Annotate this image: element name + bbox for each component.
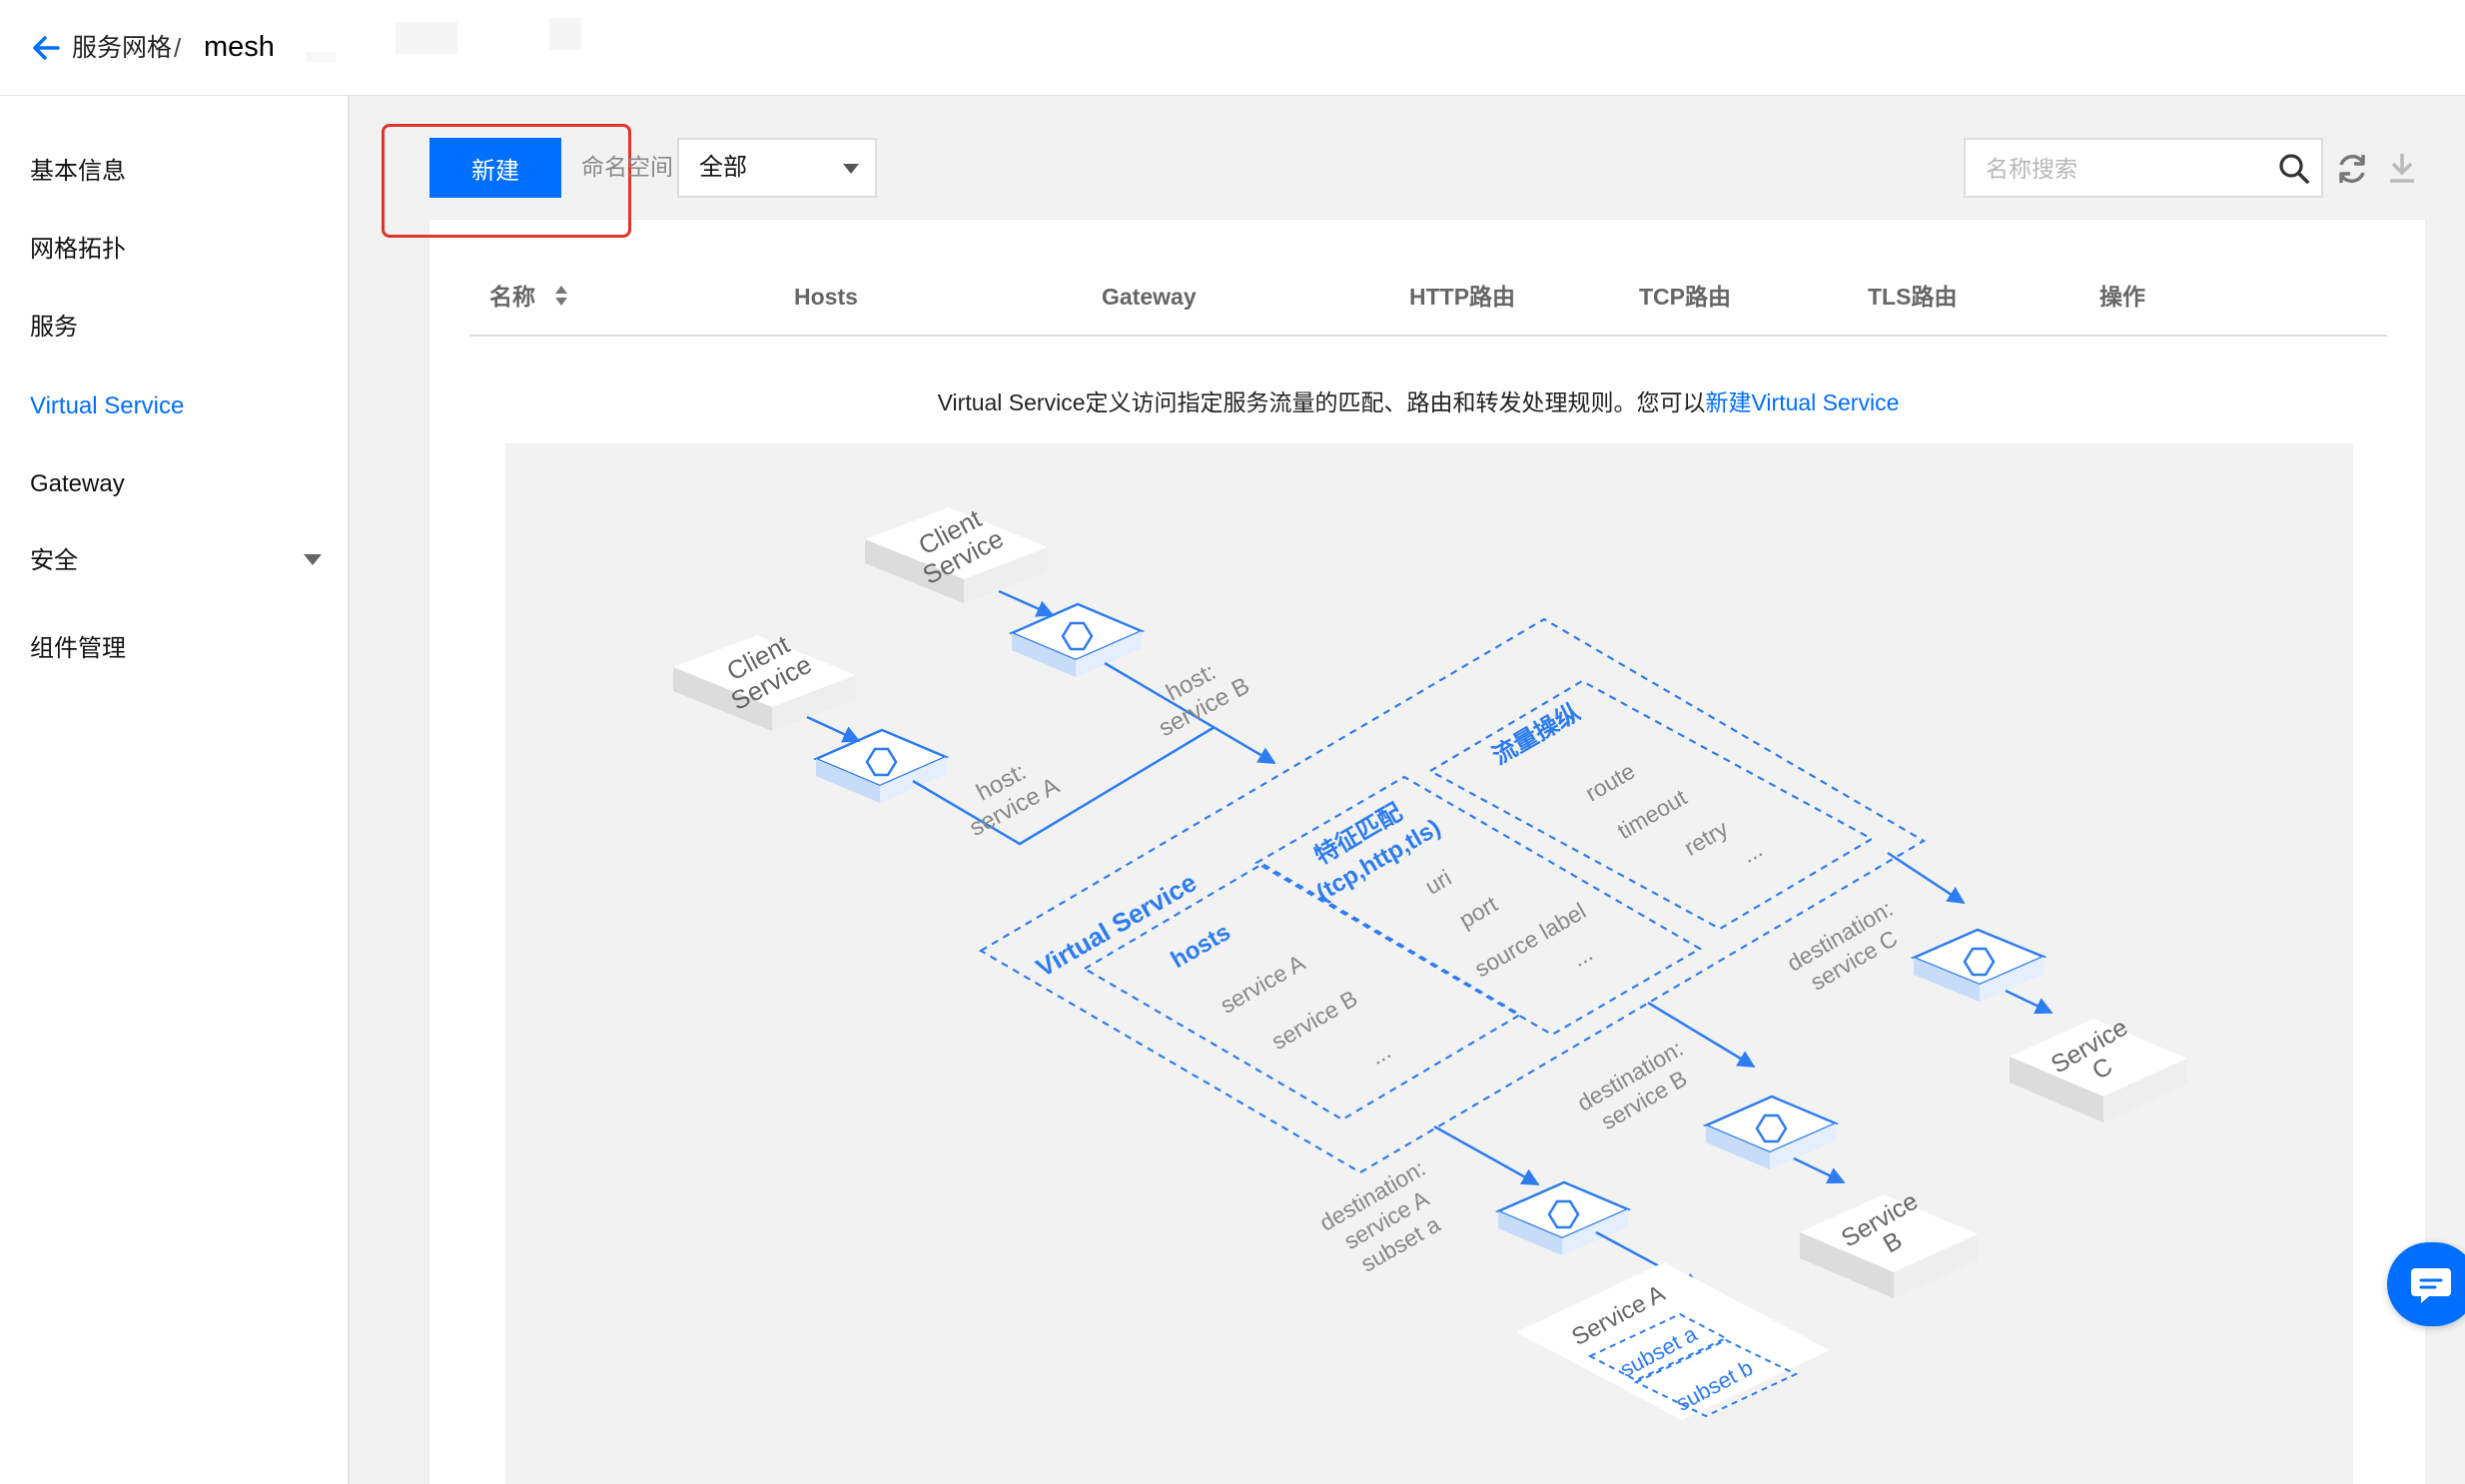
refresh-icon[interactable] <box>2333 150 2371 188</box>
sidebar-item-services[interactable]: 服务 <box>30 313 78 343</box>
column-header-actions: 操作 <box>2099 284 2145 310</box>
search-box <box>1964 138 2323 198</box>
client-service-box: Client Service <box>673 629 856 731</box>
sidecar-proxy-icon <box>1008 602 1146 677</box>
hosts-item: ... <box>1365 1038 1395 1070</box>
column-header-name[interactable]: 名称 <box>489 282 535 312</box>
traffic-item: timeout <box>1613 784 1692 845</box>
new-button[interactable]: 新建 <box>429 138 561 198</box>
sort-icon[interactable] <box>553 285 569 307</box>
redacted-area <box>306 52 336 62</box>
traffic-item: route <box>1581 758 1639 807</box>
download-icon[interactable] <box>2385 150 2419 186</box>
sidebar-item-basic-info[interactable]: 基本信息 <box>30 157 126 187</box>
sidecar-proxy-icon <box>812 728 950 803</box>
breadcrumb-current: mesh <box>204 31 275 63</box>
namespace-label: 命名空间 <box>581 154 673 180</box>
empty-state-text: Virtual Service定义访问指定服务流量的匹配、路由和转发处理规则。您… <box>937 389 1706 415</box>
match-item: uri <box>1420 864 1455 899</box>
traffic-item: retry <box>1680 815 1733 861</box>
redacted-area <box>396 22 457 54</box>
match-item: ... <box>1567 940 1597 972</box>
hosts-item: service B <box>1267 985 1362 1055</box>
sidebar: 基本信息 网格拓扑 服务 Virtual Service Gateway 安全 … <box>0 96 350 1484</box>
hosts-title: hosts <box>1167 919 1235 974</box>
chevron-down-icon[interactable] <box>304 554 322 565</box>
search-icon[interactable] <box>2277 152 2311 186</box>
sidecar-proxy-icon <box>1702 1095 1840 1169</box>
sidebar-item-components[interactable]: 组件管理 <box>30 634 126 664</box>
column-header-gateway: Gateway <box>1102 284 1197 310</box>
sidebar-item-mesh-topology[interactable]: 网格拓扑 <box>30 235 126 265</box>
create-virtual-service-link[interactable]: 新建Virtual Service <box>1706 389 1900 415</box>
column-header-hosts: Hosts <box>794 284 858 310</box>
sidecar-proxy-icon <box>1910 928 2048 1002</box>
virtual-service-box <box>978 617 1927 1174</box>
redacted-area <box>549 18 581 50</box>
service-b-box: Service B <box>1800 1187 1978 1298</box>
virtual-service-diagram: Client Service Client Service host: serv… <box>505 443 2353 1484</box>
column-header-tls-routes: TLS路由 <box>1868 284 1958 310</box>
search-input[interactable] <box>1984 150 2257 188</box>
sidebar-item-security[interactable]: 安全 <box>30 546 78 576</box>
table-header-divider <box>469 335 2387 337</box>
sidebar-item-gateway[interactable]: Gateway <box>30 469 125 499</box>
chat-support-button[interactable] <box>2387 1242 2465 1326</box>
column-header-http-routes: HTTP路由 <box>1409 284 1516 310</box>
traffic-title: 流量操纵 <box>1488 699 1585 770</box>
back-arrow-icon[interactable] <box>28 30 64 66</box>
service-c-box: Service C <box>2010 1014 2187 1122</box>
service-a-box: Service A subset a subset b <box>1516 1262 1830 1420</box>
client-service-box: Client Service <box>865 503 1048 603</box>
breadcrumb-parent[interactable]: 服务网格 <box>72 30 172 66</box>
column-header-tcp-routes: TCP路由 <box>1639 284 1731 310</box>
top-header: 服务网格 / mesh <box>0 0 2465 96</box>
hosts-item: service A <box>1216 949 1309 1019</box>
traffic-item: ... <box>1737 836 1767 868</box>
namespace-value: 全部 <box>699 154 747 181</box>
chat-icon <box>2411 1268 2451 1303</box>
sidecar-proxy-icon <box>1494 1180 1632 1255</box>
diagram-illustration: Client Service Client Service host: serv… <box>673 503 2187 1420</box>
empty-state-message: Virtual Service定义访问指定服务流量的匹配、路由和转发处理规则。您… <box>0 385 2465 419</box>
namespace-select[interactable]: 全部 <box>677 138 877 198</box>
match-item: port <box>1454 891 1502 934</box>
chevron-down-icon <box>843 164 859 174</box>
breadcrumb-separator: / <box>174 33 182 63</box>
